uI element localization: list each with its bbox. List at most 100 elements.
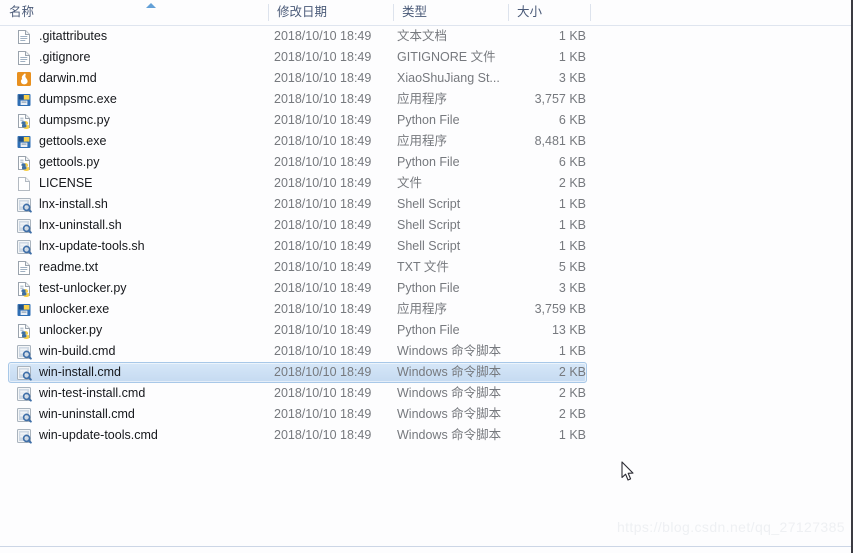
file-type-cell: Python File — [397, 281, 460, 295]
file-date-cell: 2018/10/10 18:49 — [274, 428, 372, 442]
file-row[interactable]: lnx-install.sh 2018/10/10 18:49 Shell Scri… — [8, 194, 587, 215]
blank-file-icon — [16, 176, 32, 192]
file-size-cell: 6 KB — [558, 155, 586, 169]
file-date-cell: 2018/10/10 18:49 — [274, 260, 372, 274]
file-date-cell: 2018/10/10 18:49 — [274, 71, 372, 85]
file-row[interactable]: win-install.cmd 2018/10/10 18:49 Windows 命… — [8, 362, 587, 383]
file-date-cell: 2018/10/10 18:49 — [274, 197, 372, 211]
file-row[interactable]: readme.txt 2018/10/10 18:49 TXT 文件 5 KB — [8, 257, 587, 278]
window-bottom-border — [0, 546, 853, 547]
file-type-cell: Python File — [397, 113, 460, 127]
column-header-date[interactable]: 修改日期 — [268, 0, 393, 25]
file-row[interactable]: unlocker.exe 2018/10/10 18:49 应用程序 3,759 KB — [8, 299, 587, 320]
text-file-icon — [16, 29, 32, 45]
file-name-cell: win-uninstall.cmd — [39, 407, 135, 421]
file-type-cell: 应用程序 — [397, 92, 448, 106]
file-size-cell: 6 KB — [558, 113, 586, 127]
arrow-pointer-icon — [621, 461, 635, 483]
file-row[interactable]: win-build.cmd 2018/10/10 18:49 Windows 命令脚… — [8, 341, 587, 362]
file-type-cell: Python File — [397, 323, 460, 337]
file-name-cell: lnx-update-tools.sh — [39, 239, 145, 253]
file-name-cell: gettools.py — [39, 155, 100, 169]
application-icon — [16, 302, 32, 318]
file-row[interactable]: dumpsmc.exe 2018/10/10 18:49 应用程序 3,757 KB — [8, 89, 587, 110]
python-file-icon — [16, 113, 32, 129]
file-size-cell: 3,757 KB — [534, 92, 586, 106]
file-size-cell: 1 KB — [558, 197, 586, 211]
file-name-cell: .gitattributes — [39, 29, 108, 43]
file-row[interactable]: gettools.py 2018/10/10 18:49 Python File 6 … — [8, 152, 587, 173]
file-size-cell: 2 KB — [558, 365, 586, 379]
file-row[interactable]: .gitignore 2018/10/10 18:49 GITIGNORE 文件 1 … — [8, 47, 587, 68]
file-name-cell: unlocker.exe — [39, 302, 110, 316]
file-row[interactable]: unlocker.py 2018/10/10 18:49 Python File 13… — [8, 320, 587, 341]
file-name-cell: lnx-install.sh — [39, 197, 108, 211]
file-size-cell: 3 KB — [558, 281, 586, 295]
file-row[interactable]: .gitattributes 2018/10/10 18:49 文本文档 1 KB — [8, 26, 587, 47]
application-icon — [16, 134, 32, 150]
file-row[interactable]: gettools.exe 2018/10/10 18:49 应用程序 8,481 KB — [8, 131, 587, 152]
file-date-cell: 2018/10/10 18:49 — [274, 113, 372, 127]
file-date-cell: 2018/10/10 18:49 — [274, 155, 372, 169]
file-type-cell: Shell Script — [397, 239, 461, 253]
file-explorer-window: 名称 修改日期 类型 大小 .gitattributes 2018/10/10 1… — [0, 0, 853, 553]
sort-ascending-icon — [146, 3, 156, 8]
file-date-cell: 2018/10/10 18:49 — [274, 323, 372, 337]
file-name-cell: lnx-uninstall.sh — [39, 218, 122, 232]
python-file-icon — [16, 281, 32, 297]
file-name-cell: unlocker.py — [39, 323, 103, 337]
file-name-cell: win-test-install.cmd — [39, 386, 146, 400]
file-name-cell: darwin.md — [39, 71, 97, 85]
file-name-cell: win-build.cmd — [39, 344, 116, 358]
file-date-cell: 2018/10/10 18:49 — [274, 386, 372, 400]
column-header-size[interactable]: 大小 — [508, 0, 590, 25]
file-name-cell: readme.txt — [39, 260, 99, 274]
application-icon — [16, 92, 32, 108]
file-row[interactable]: darwin.md 2018/10/10 18:49 XiaoShuJiang St… — [8, 68, 587, 89]
column-header-name[interactable]: 名称 — [0, 0, 268, 25]
file-size-cell: 1 KB — [558, 239, 586, 253]
file-date-cell: 2018/10/10 18:49 — [274, 218, 372, 232]
file-type-cell: 文本文档 — [397, 29, 448, 43]
file-date-cell: 2018/10/10 18:49 — [274, 50, 372, 64]
cmd-script-icon — [16, 386, 32, 402]
file-type-cell: Windows 命令脚本 — [397, 344, 502, 358]
file-date-cell: 2018/10/10 18:49 — [274, 302, 372, 316]
file-date-cell: 2018/10/10 18:49 — [274, 365, 372, 379]
file-size-cell: 3 KB — [558, 71, 586, 85]
file-type-cell: Windows 命令脚本 — [397, 407, 502, 421]
file-type-cell: 应用程序 — [397, 302, 448, 316]
file-type-cell: Python File — [397, 155, 460, 169]
markdown-file-icon — [16, 71, 32, 87]
file-row[interactable]: test-unlocker.py 2018/10/10 18:49 Python F… — [8, 278, 587, 299]
file-date-cell: 2018/10/10 18:49 — [274, 134, 372, 148]
file-row[interactable]: LICENSE 2018/10/10 18:49 文件 2 KB — [8, 173, 587, 194]
file-row[interactable]: dumpsmc.py 2018/10/10 18:49 Python File 6 K… — [8, 110, 587, 131]
file-size-cell: 5 KB — [558, 260, 586, 274]
python-file-icon — [16, 323, 32, 339]
file-date-cell: 2018/10/10 18:49 — [274, 281, 372, 295]
file-size-cell: 1 KB — [558, 50, 586, 64]
file-type-cell: Windows 命令脚本 — [397, 428, 502, 442]
cmd-script-icon — [16, 428, 32, 444]
file-name-cell: dumpsmc.py — [39, 113, 110, 127]
cmd-script-icon — [16, 365, 32, 381]
file-row[interactable]: lnx-uninstall.sh 2018/10/10 18:49 Shell Sc… — [8, 215, 587, 236]
file-size-cell: 1 KB — [558, 218, 586, 232]
file-row[interactable]: lnx-update-tools.sh 2018/10/10 18:49 Shell… — [8, 236, 587, 257]
file-name-cell: win-install.cmd — [39, 365, 121, 379]
file-type-cell: Windows 命令脚本 — [397, 365, 502, 379]
column-header-type[interactable]: 类型 — [393, 0, 508, 25]
python-file-icon — [16, 155, 32, 171]
header-divider[interactable] — [590, 4, 591, 21]
file-row[interactable]: win-uninstall.cmd 2018/10/10 18:49 Windows… — [8, 404, 587, 425]
file-row[interactable]: win-update-tools.cmd 2018/10/10 18:49 Wind… — [8, 425, 587, 446]
file-date-cell: 2018/10/10 18:49 — [274, 239, 372, 253]
file-row[interactable]: win-test-install.cmd 2018/10/10 18:49 Wind… — [8, 383, 587, 404]
file-size-cell: 1 KB — [558, 344, 586, 358]
text-file-icon — [16, 260, 32, 276]
file-name-cell: test-unlocker.py — [39, 281, 127, 295]
file-name-cell: LICENSE — [39, 176, 93, 190]
file-type-cell: Shell Script — [397, 197, 461, 211]
watermark-text: https://blog.csdn.net/qq_27127385 — [616, 519, 845, 535]
